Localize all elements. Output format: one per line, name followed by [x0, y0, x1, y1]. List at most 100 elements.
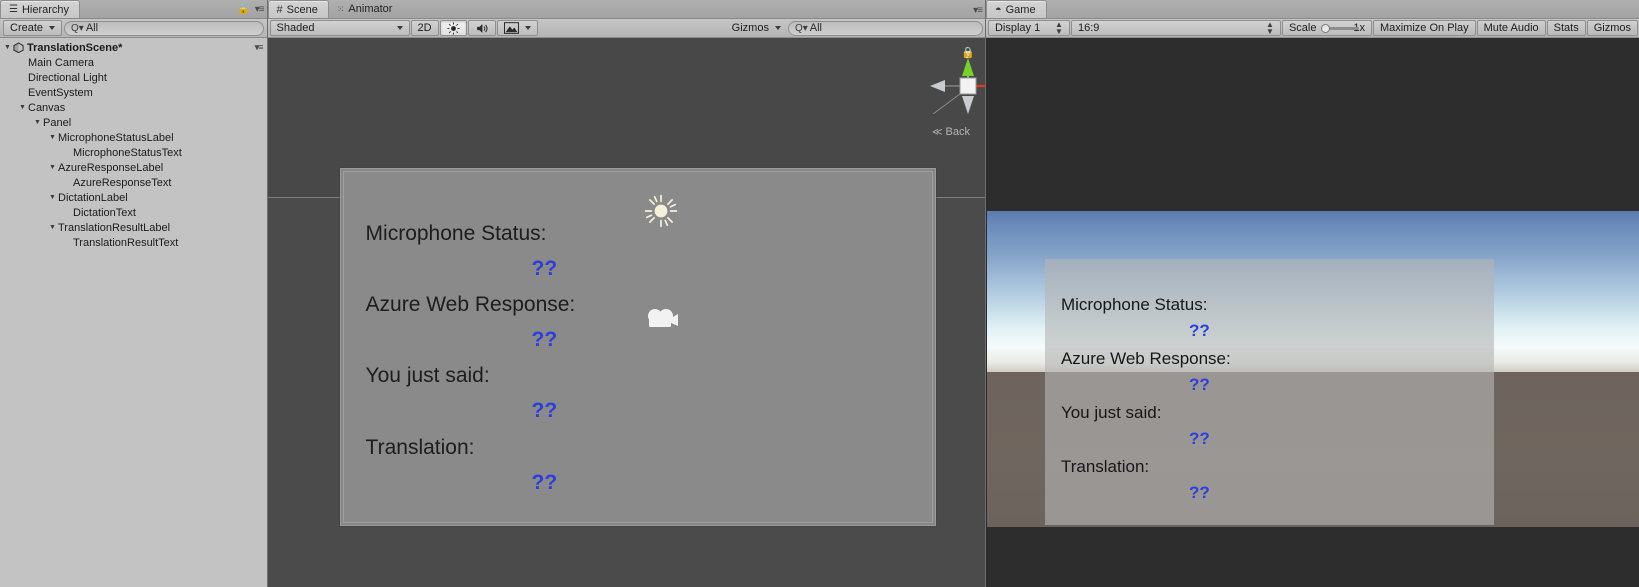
game-ui-label-3: Translation:: [1060, 457, 1150, 476]
foldout-icon[interactable]: ▼: [47, 224, 58, 231]
chevron-down-icon: [774, 26, 781, 30]
foldout-icon[interactable]: ▼: [32, 119, 43, 126]
scene-ui-value-0: ??: [531, 257, 558, 280]
game-ui-value-1: ??: [1188, 375, 1210, 394]
2d-toggle-button[interactable]: 2D: [410, 20, 439, 36]
updown-icon: ▲ ▼: [1266, 20, 1274, 36]
foldout-icon[interactable]: ▼: [47, 164, 58, 171]
game-view-panel: ◓ Game Display 1 ▲ ▼ 16:9 ▲ ▼ Scale 1x M…: [985, 0, 1639, 587]
hierarchy-item-label: AzureResponseText: [73, 176, 172, 189]
scene-fx-toggle[interactable]: [496, 20, 538, 36]
hierarchy-item-directional light[interactable]: Directional Light: [0, 70, 267, 85]
create-button-label: Create: [10, 22, 44, 34]
lock-icon[interactable]: 🔒: [237, 4, 249, 15]
hierarchy-item-azureresponsetext[interactable]: AzureResponseText: [0, 175, 267, 190]
hierarchy-item-dictationlabel[interactable]: ▼ DictationLabel: [0, 190, 267, 205]
stats-label: Stats: [1553, 22, 1579, 34]
hierarchy-item-label: Panel: [43, 116, 72, 129]
tab-animator[interactable]: ⁙ Animator: [329, 0, 403, 18]
hierarchy-item-dictationtext[interactable]: DictationText: [0, 205, 267, 220]
hierarchy-item-translationresulttext[interactable]: TranslationResultText: [0, 235, 267, 250]
stats-button[interactable]: Stats: [1546, 20, 1586, 36]
hierarchy-item-azureresponselabel[interactable]: ▼ AzureResponseLabel: [0, 160, 267, 175]
game-toolbar: Display 1 ▲ ▼ 16:9 ▲ ▼ Scale 1x Maximize O…: [985, 19, 1639, 38]
maximize-on-play-button[interactable]: Maximize On Play: [1372, 20, 1476, 36]
chevron-down-icon: [524, 26, 531, 30]
tab-scene[interactable]: # Scene: [267, 0, 329, 18]
gizmos-dropdown[interactable]: Gizmos: [726, 20, 787, 36]
tab-hierarchy[interactable]: ☰ Hierarchy: [0, 0, 81, 18]
hierarchy-panel: ☰ Hierarchy 🔒 ▾≡ Create Q▾ All ▼ Transla…: [0, 0, 268, 587]
hierarchy-scene-row[interactable]: ▼ TranslationScene* ▾≡: [0, 40, 267, 55]
foldout-icon[interactable]: ▼: [2, 44, 13, 51]
hierarchy-toolbar: Create Q▾ All: [0, 19, 267, 38]
game-gizmos-button[interactable]: Gizmos: [1586, 20, 1638, 36]
animator-icon: ⁙: [336, 3, 345, 14]
gizmos-label: Gizmos: [731, 22, 769, 34]
game-ui-value-0: ??: [1188, 321, 1210, 340]
hierarchy-search-input[interactable]: Q▾ All: [64, 20, 264, 36]
hierarchy-item-translationresultlabel[interactable]: ▼ TranslationResultLabel: [0, 220, 267, 235]
scene-toolbar: Shaded 2D Gizmos Q▾ All: [267, 19, 985, 38]
hierarchy-item-microphonestatuslabel[interactable]: ▼ MicrophoneStatusLabel: [0, 130, 267, 145]
camera-gizmo-icon[interactable]: [644, 305, 680, 333]
panel-menu-icon[interactable]: ▾≡: [255, 4, 265, 15]
game-render-area: Microphone Status:?? Azure Web Response:?…: [986, 211, 1639, 527]
unity-editor-window: ☰ Hierarchy 🔒 ▾≡ Create Q▾ All ▼ Transla…: [0, 0, 1639, 587]
create-button[interactable]: Create: [3, 20, 63, 36]
scene-lighting-toggle[interactable]: [439, 20, 467, 36]
hierarchy-tab-controls: 🔒 ▾≡: [237, 4, 265, 15]
foldout-icon[interactable]: ▼: [47, 194, 58, 201]
hierarchy-item-label: DictationText: [73, 206, 136, 219]
hierarchy-tree[interactable]: ▼ TranslationScene* ▾≡ Main Camera Direct…: [0, 38, 267, 587]
game-ui-value-2: ??: [1188, 429, 1210, 448]
aspect-dropdown[interactable]: 16:9 ▲ ▼: [1070, 20, 1281, 36]
chevron-down-icon: [49, 26, 56, 30]
scene-view-orientation-label[interactable]: ≪ Back: [932, 126, 970, 138]
hierarchy-item-main camera[interactable]: Main Camera: [0, 55, 267, 70]
hierarchy-item-label: TranslationResultText: [73, 236, 179, 249]
foldout-icon[interactable]: ▼: [17, 104, 28, 111]
scene-ui-label-1: Azure Web Response:: [365, 293, 576, 316]
chevron-down-icon: [396, 26, 403, 30]
panel-rect[interactable]: Microphone Status:?? Azure Web Response:?…: [342, 171, 933, 523]
hierarchy-item-microphonestatustext[interactable]: MicrophoneStatusText: [0, 145, 267, 160]
scene-row-menu-icon[interactable]: ▾≡: [255, 42, 264, 53]
scene-ui-value-1: ??: [531, 328, 558, 351]
scale-slider[interactable]: Scale 1x: [1281, 20, 1372, 36]
hierarchy-search-placeholder: All: [85, 22, 99, 34]
game-ui-label-2: You just said:: [1060, 403, 1162, 422]
tab-game-label: Game: [1005, 3, 1036, 16]
back-label-text: Back: [945, 126, 970, 138]
speaker-icon: [476, 23, 488, 33]
directional-light-gizmo-icon[interactable]: [644, 194, 678, 228]
draw-mode-dropdown[interactable]: Shaded: [269, 20, 410, 36]
scene-search-input[interactable]: Q▾ All: [787, 20, 983, 36]
hierarchy-item-canvas[interactable]: ▼ Canvas: [0, 100, 267, 115]
hierarchy-item-panel[interactable]: ▼ Panel: [0, 115, 267, 130]
hierarchy-item-eventsystem[interactable]: EventSystem: [0, 85, 267, 100]
scene-audio-toggle[interactable]: [467, 20, 496, 36]
mute-audio-button[interactable]: Mute Audio: [1476, 20, 1546, 36]
game-ui-label-1: Azure Web Response:: [1060, 349, 1231, 368]
scale-slider-thumb[interactable]: [1321, 24, 1331, 33]
tab-hierarchy-label: Hierarchy: [21, 3, 70, 16]
hierarchy-item-label: EventSystem: [28, 86, 93, 99]
updown-icon: ▲ ▼: [1055, 20, 1063, 36]
scene-grid-icon: #: [276, 3, 283, 16]
maximize-label: Maximize On Play: [1379, 22, 1469, 34]
unity-logo-icon: [13, 42, 24, 53]
foldout-icon[interactable]: ▼: [47, 134, 58, 141]
draw-mode-label: Shaded: [276, 22, 315, 34]
scene-panel-menu-icon[interactable]: ▾≡: [973, 5, 983, 16]
game-viewport[interactable]: Microphone Status:?? Azure Web Response:?…: [985, 38, 1639, 587]
scene-view-panel: # Scene ⁙ Animator ▾≡ Shaded 2D Gizmos Q…: [267, 0, 986, 587]
display-dropdown[interactable]: Display 1 ▲ ▼: [987, 20, 1070, 36]
scene-axis-gizmo[interactable]: y: [913, 46, 985, 126]
canvas-rect-handle[interactable]: Microphone Status:?? Azure Web Response:?…: [339, 168, 936, 526]
hierarchy-item-label: Directional Light: [28, 71, 107, 84]
image-icon: [503, 22, 519, 34]
scene-viewport[interactable]: 🔒 y ≪ Back Microphone Status: ?? Azure W…: [267, 38, 985, 587]
scale-slider-track[interactable]: [1321, 24, 1360, 33]
tab-game[interactable]: ◓ Game: [985, 0, 1047, 18]
